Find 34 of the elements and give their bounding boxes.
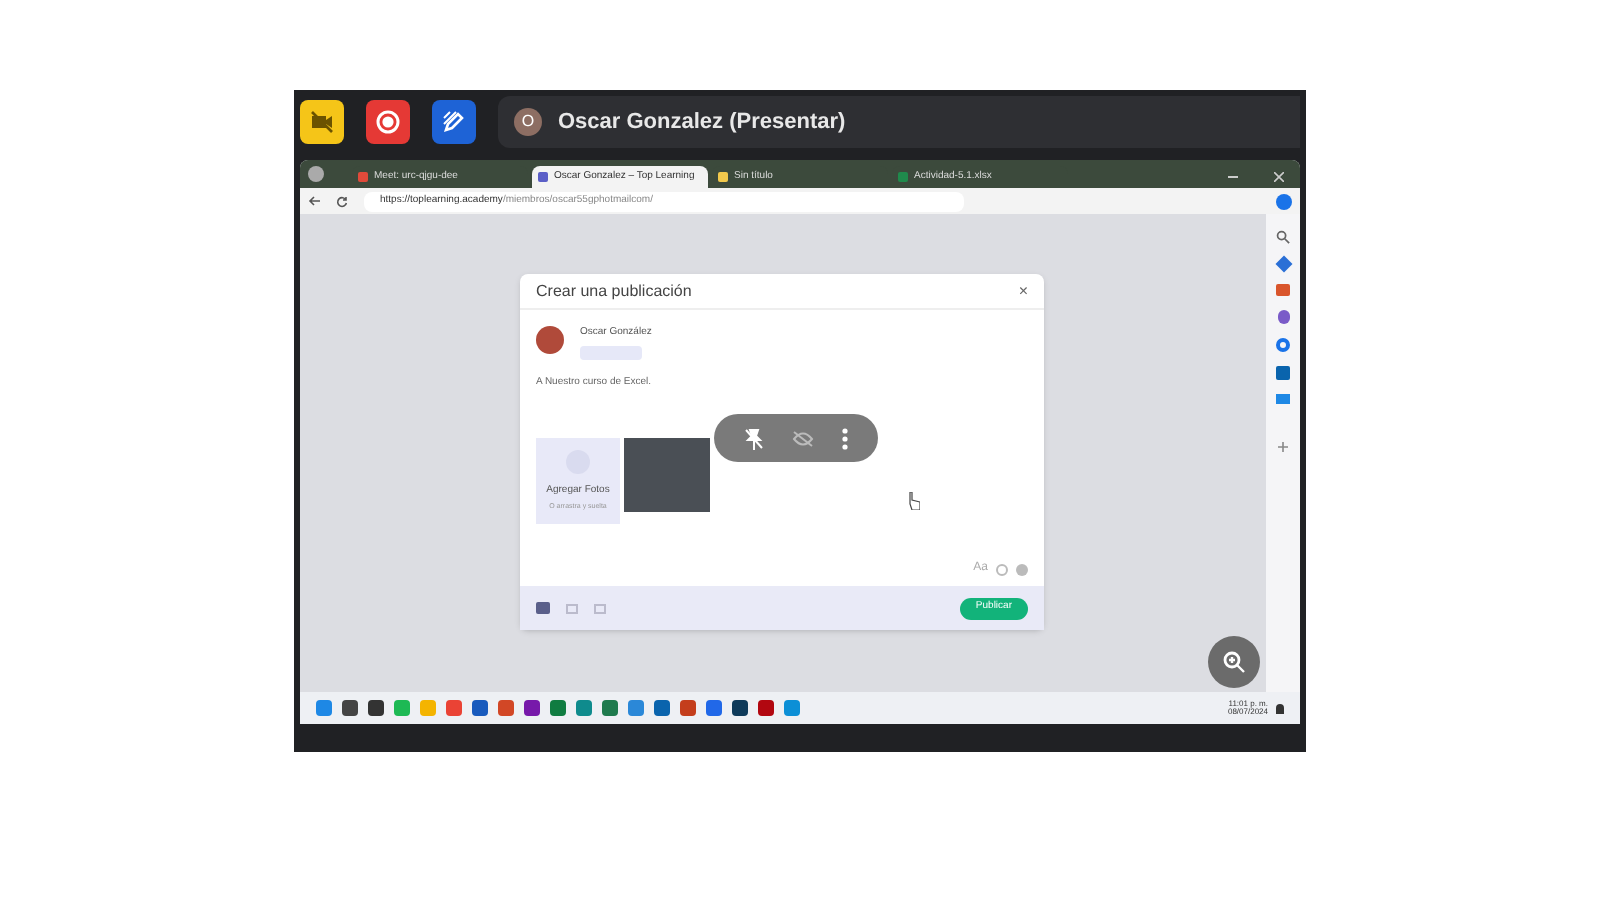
record-icon xyxy=(376,110,400,134)
photo-placeholder xyxy=(624,438,710,512)
avatar-initial: O xyxy=(514,108,542,136)
app-icon[interactable] xyxy=(550,700,566,716)
hidden-eye-icon[interactable] xyxy=(792,429,814,447)
app-icon[interactable] xyxy=(524,700,540,716)
reload-icon[interactable] xyxy=(336,195,348,207)
plus-icon[interactable] xyxy=(1278,442,1288,452)
annotate-button[interactable] xyxy=(432,100,476,144)
unpin-icon[interactable] xyxy=(744,427,764,449)
app-icon[interactable] xyxy=(758,700,774,716)
close-window-icon[interactable] xyxy=(1274,172,1284,182)
pencil-icon xyxy=(442,110,466,134)
dialog-title: Crear una publicación xyxy=(536,279,692,303)
profile-avatar xyxy=(308,166,324,182)
app-icon[interactable] xyxy=(680,700,696,716)
close-button[interactable]: × xyxy=(1018,283,1028,299)
pointer-cursor-icon xyxy=(908,492,920,510)
search-icon[interactable] xyxy=(1276,230,1290,244)
app-icon[interactable] xyxy=(706,700,722,716)
zoom-in-icon xyxy=(1222,650,1246,674)
record-button[interactable] xyxy=(366,100,410,144)
app-icon[interactable] xyxy=(472,700,488,716)
app-icon[interactable] xyxy=(732,700,748,716)
app-icon[interactable] xyxy=(368,700,384,716)
user-avatar xyxy=(536,326,564,354)
camera-off-icon xyxy=(310,110,334,134)
more-icon[interactable] xyxy=(842,427,848,449)
presenter-name: Oscar Gonzalez (Presentar) xyxy=(558,107,846,138)
app-icon[interactable] xyxy=(602,700,618,716)
back-icon[interactable] xyxy=(308,196,320,206)
app-icon[interactable] xyxy=(654,700,670,716)
app-icon[interactable] xyxy=(342,700,358,716)
camera-off-button[interactable] xyxy=(300,100,344,144)
